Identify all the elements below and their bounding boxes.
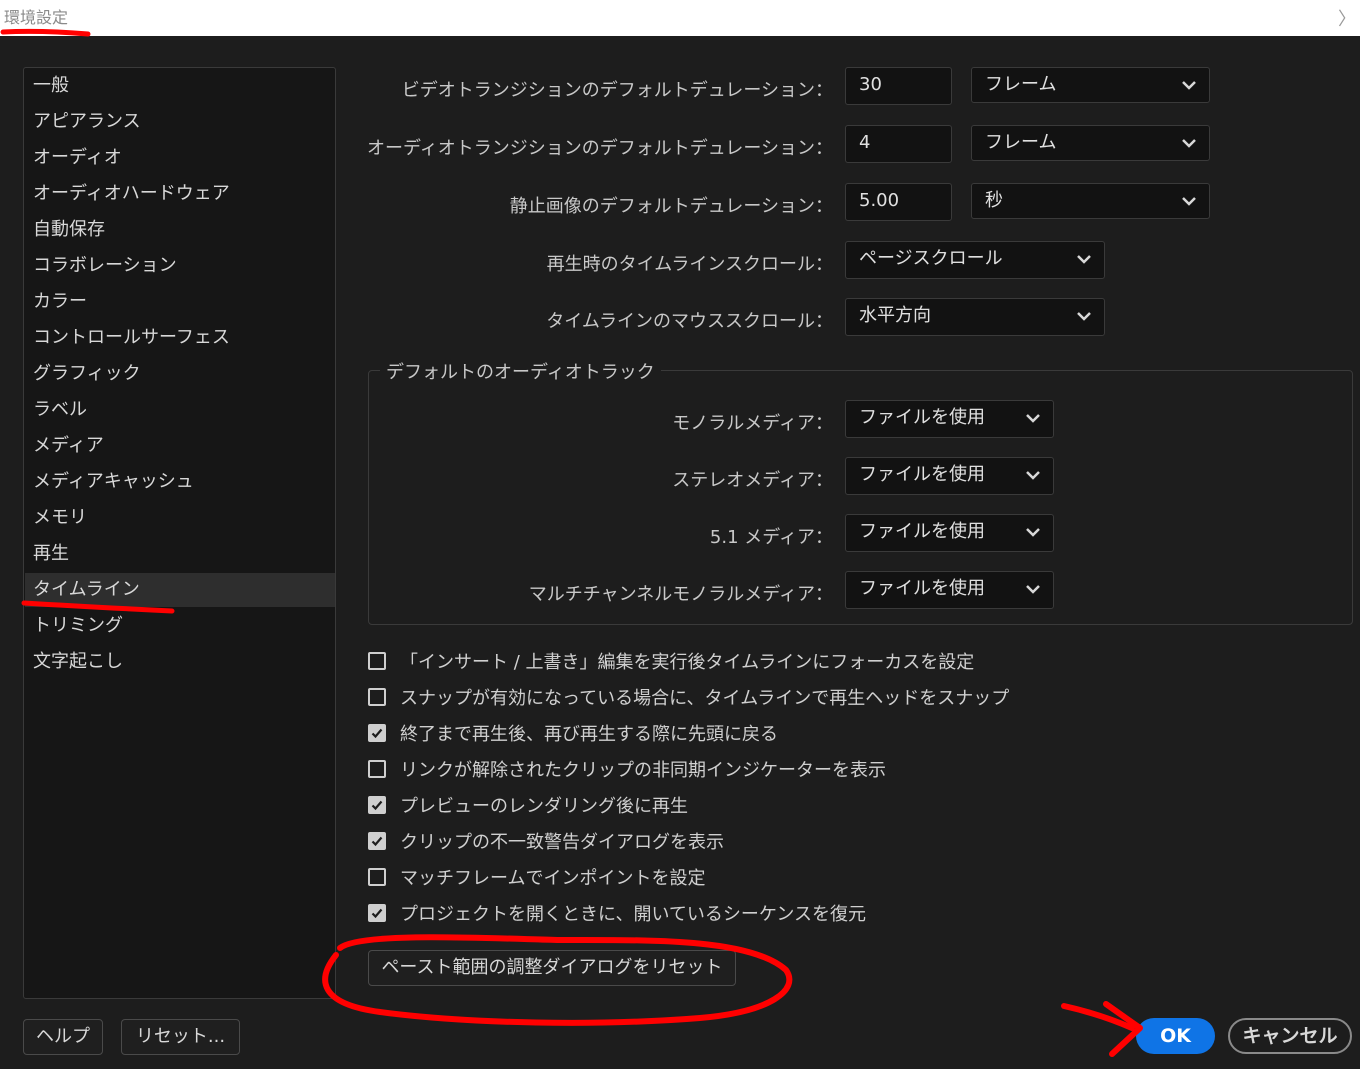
sidebar-item-control-surface[interactable]: コントロールサーフェス: [25, 321, 335, 355]
mouse-scroll-select[interactable]: 水平方向: [845, 298, 1105, 336]
check-icon: [371, 836, 383, 847]
sidebar-item-appearance[interactable]: アピアランス: [25, 105, 335, 139]
ok-button[interactable]: OK: [1136, 1018, 1215, 1054]
preferences-sidebar: 一般 アピアランス オーディオ オーディオハードウェア 自動保存 コラボレーショ…: [23, 67, 336, 999]
checkbox[interactable]: [368, 760, 386, 778]
multichannel-media-value: ファイルを使用: [859, 578, 985, 599]
still-image-duration-input[interactable]: 5.00: [845, 183, 952, 221]
audio-transition-unit-value: フレーム: [985, 132, 1057, 153]
surround-media-value: ファイルを使用: [859, 521, 985, 542]
playback-scroll-label: 再生時のタイムラインスクロール：: [546, 254, 833, 275]
checkbox[interactable]: [368, 724, 386, 742]
sidebar-item-memory[interactable]: メモリ: [25, 501, 335, 535]
checkbox[interactable]: [368, 796, 386, 814]
checkbox-label: プレビューのレンダリング後に再生: [400, 796, 688, 817]
sidebar-item-audio[interactable]: オーディオ: [25, 141, 335, 175]
chevron-down-icon: [1026, 471, 1040, 480]
multichannel-media-label: マルチチャンネルモノラルメディア：: [528, 584, 833, 605]
sidebar-item-media-cache[interactable]: メディアキャッシュ: [25, 465, 335, 499]
checkbox[interactable]: [368, 652, 386, 670]
chevron-down-icon: [1182, 197, 1196, 206]
chevron-down-icon: [1026, 585, 1040, 594]
help-button[interactable]: ヘルプ: [23, 1019, 103, 1055]
checkbox-label: マッチフレームでインポイントを設定: [400, 868, 706, 889]
chevron-down-icon: [1026, 414, 1040, 423]
chevron-down-icon: [1182, 81, 1196, 90]
checkbox-row[interactable]: スナップが有効になっている場合に、タイムラインで再生ヘッドをスナップ: [368, 682, 1009, 712]
checkbox-row[interactable]: 終了まで再生後、再び再生する際に先頭に戻る: [368, 718, 778, 748]
checkbox[interactable]: [368, 868, 386, 886]
window-title: 環境設定: [4, 8, 69, 27]
still-image-unit-value: 秒: [985, 190, 1003, 211]
sidebar-item-labels[interactable]: ラベル: [25, 393, 335, 427]
chevron-down-icon: [1077, 312, 1091, 321]
checkbox-row[interactable]: プロジェクトを開くときに、開いているシーケンスを復元: [368, 898, 866, 928]
still-image-label: 静止画像のデフォルトデュレーション：: [509, 196, 833, 217]
chevron-down-icon: [1182, 139, 1196, 148]
checkbox-label: プロジェクトを開くときに、開いているシーケンスを復元: [400, 904, 867, 925]
checkbox[interactable]: [368, 904, 386, 922]
sidebar-item-collaboration[interactable]: コラボレーション: [25, 249, 335, 283]
playback-scroll-select[interactable]: ページスクロール: [845, 241, 1105, 279]
checkbox-label: リンクが解除されたクリップの非同期インジケーターを表示: [400, 760, 886, 781]
video-transition-unit-select[interactable]: フレーム: [971, 67, 1210, 103]
checkbox-label: 終了まで再生後、再び再生する際に先頭に戻る: [400, 724, 778, 745]
sidebar-item-audio-hardware[interactable]: オーディオハードウェア: [25, 177, 335, 211]
chevron-right-icon[interactable]: 〉: [1338, 5, 1356, 31]
checkbox[interactable]: [368, 832, 386, 850]
sidebar-item-color[interactable]: カラー: [25, 285, 335, 319]
playback-scroll-value: ページスクロール: [859, 248, 1003, 269]
checkbox-row[interactable]: リンクが解除されたクリップの非同期インジケーターを表示: [368, 754, 886, 784]
sidebar-item-timeline[interactable]: タイムライン: [25, 573, 335, 607]
audio-transition-duration-input[interactable]: 4: [845, 125, 952, 163]
annotation-arrow: [1061, 1003, 1135, 1031]
still-image-unit-select[interactable]: 秒: [971, 183, 1210, 219]
check-icon: [371, 800, 383, 811]
mono-media-value: ファイルを使用: [859, 407, 985, 428]
video-transition-unit-value: フレーム: [985, 74, 1057, 95]
checkbox-label: 「インサート / 上書き」編集を実行後タイムラインにフォーカスを設定: [400, 652, 975, 673]
title-bar: 環境設定 〉: [0, 0, 1360, 36]
checkbox-row[interactable]: クリップの不一致警告ダイアログを表示: [368, 826, 724, 856]
mono-media-select[interactable]: ファイルを使用: [845, 400, 1054, 438]
chevron-down-icon: [1077, 255, 1091, 264]
checkbox-label: スナップが有効になっている場合に、タイムラインで再生ヘッドをスナップ: [400, 688, 1010, 709]
stereo-media-select[interactable]: ファイルを使用: [845, 457, 1054, 495]
sidebar-item-autosave[interactable]: 自動保存: [25, 213, 335, 247]
video-transition-duration-input[interactable]: 30: [845, 67, 952, 105]
reset-button[interactable]: リセット...: [121, 1019, 240, 1055]
default-audio-tracks-title: デフォルトのオーディオトラック: [380, 358, 661, 384]
mono-media-label: モノラルメディア：: [672, 413, 833, 434]
sidebar-item-trim[interactable]: トリミング: [25, 609, 335, 643]
checkbox-row[interactable]: 「インサート / 上書き」編集を実行後タイムラインにフォーカスを設定: [368, 646, 974, 676]
annotation-arrowhead: [1103, 1001, 1143, 1057]
chevron-down-icon: [1026, 528, 1040, 537]
video-transition-label: ビデオトランジションのデフォルトデュレーション：: [401, 80, 833, 101]
cancel-button[interactable]: キャンセル: [1228, 1018, 1352, 1054]
sidebar-item-graphics[interactable]: グラフィック: [25, 357, 335, 391]
reset-paste-dialog-button[interactable]: ペースト範囲の調整ダイアログをリセット: [368, 950, 736, 986]
checkbox-row[interactable]: マッチフレームでインポイントを設定: [368, 862, 705, 892]
audio-transition-unit-select[interactable]: フレーム: [971, 125, 1210, 161]
sidebar-item-media[interactable]: メディア: [25, 429, 335, 463]
surround-media-select[interactable]: ファイルを使用: [845, 514, 1054, 552]
check-icon: [371, 728, 383, 739]
checkbox-label: クリップの不一致警告ダイアログを表示: [400, 832, 724, 853]
checkbox-row[interactable]: プレビューのレンダリング後に再生: [368, 790, 688, 820]
mouse-scroll-value: 水平方向: [859, 305, 931, 326]
check-icon: [371, 908, 383, 919]
sidebar-item-playback[interactable]: 再生: [25, 537, 335, 571]
sidebar-item-general[interactable]: 一般: [25, 69, 335, 103]
mouse-scroll-label: タイムラインのマウススクロール：: [546, 311, 833, 332]
multichannel-media-select[interactable]: ファイルを使用: [845, 571, 1054, 609]
audio-transition-label: オーディオトランジションのデフォルトデュレーション：: [366, 138, 833, 159]
stereo-media-label: ステレオメディア：: [672, 470, 833, 491]
stereo-media-value: ファイルを使用: [859, 464, 985, 485]
checkbox[interactable]: [368, 688, 386, 706]
surround-media-label: 5.1 メディア：: [709, 527, 833, 548]
sidebar-item-transcription[interactable]: 文字起こし: [25, 645, 335, 679]
